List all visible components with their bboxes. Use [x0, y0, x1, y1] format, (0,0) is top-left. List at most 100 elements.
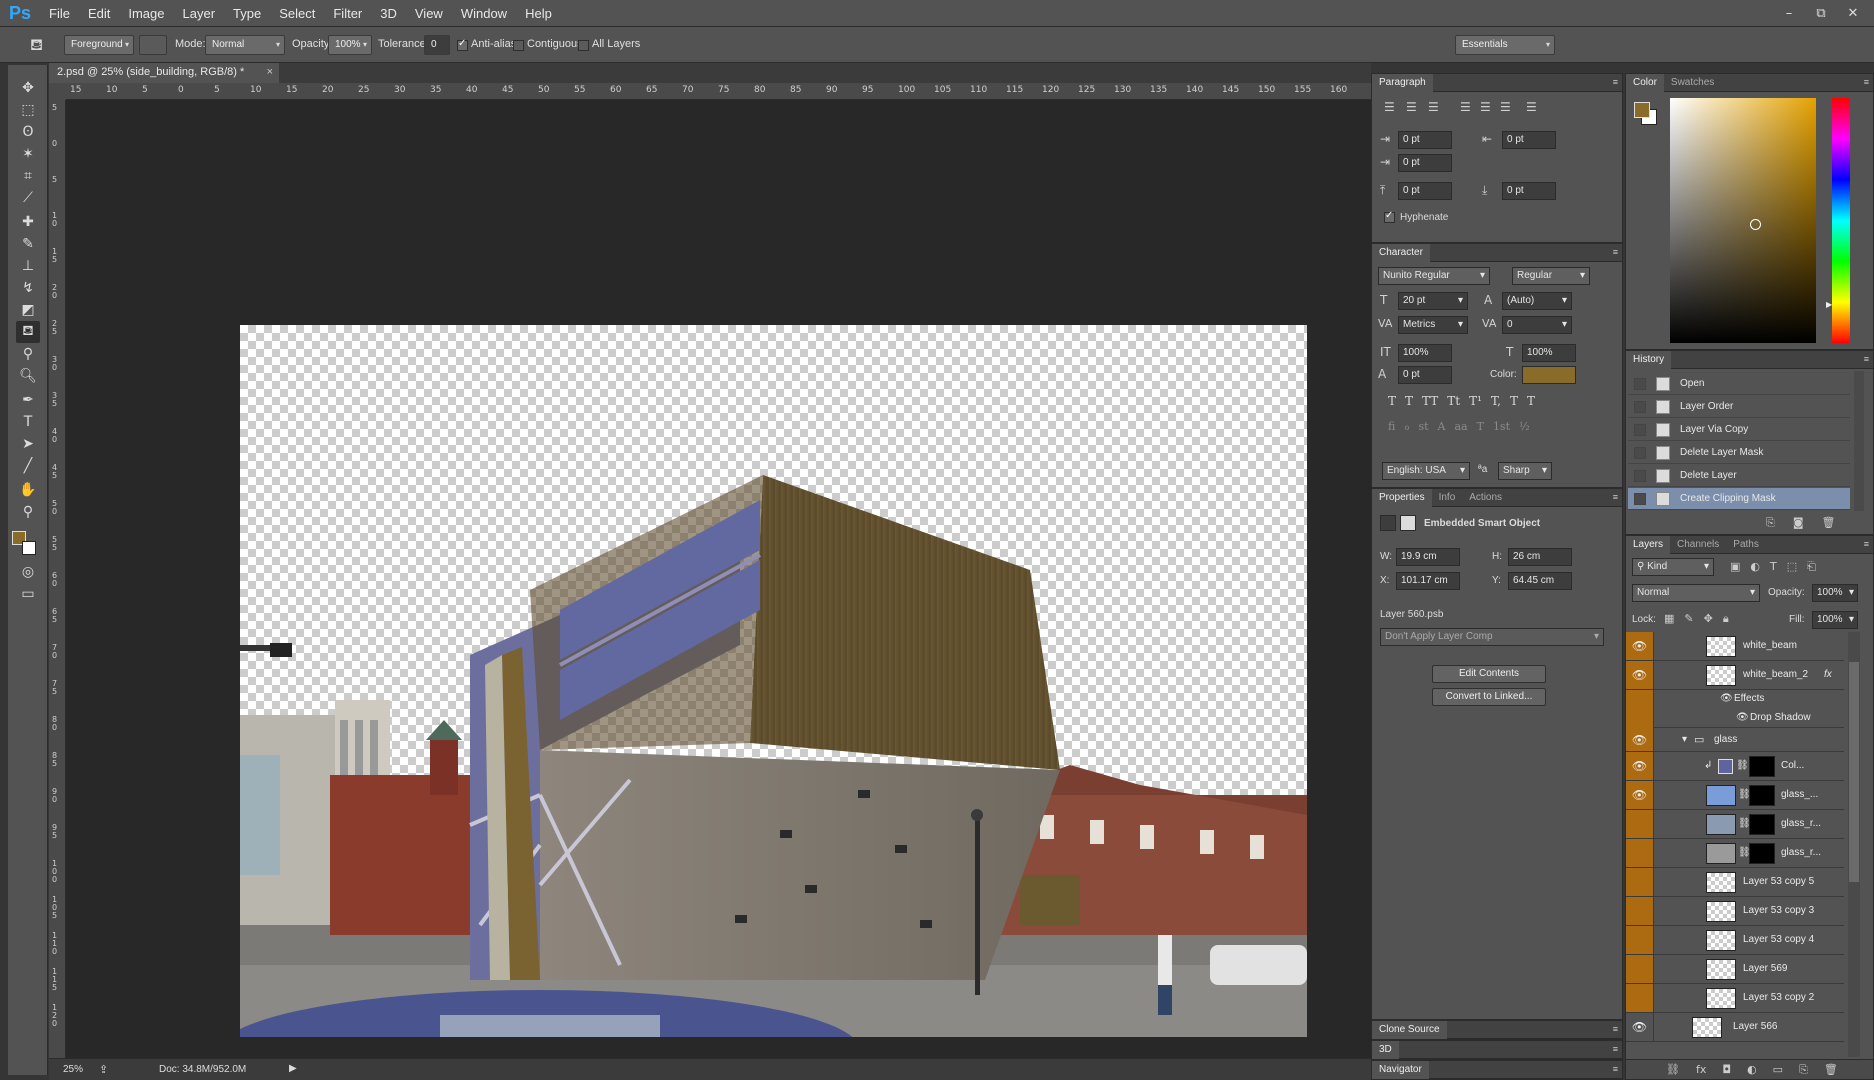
font-family-dropdown[interactable]: Nunito Regular ▾ [1378, 267, 1490, 285]
align-right-icon[interactable]: ☰ [1428, 100, 1439, 114]
font-style-dropdown[interactable]: Regular ▾ [1512, 267, 1590, 285]
layer-row[interactable]: 👁︎ white_beam [1626, 632, 1844, 661]
pattern-picker[interactable] [139, 35, 167, 55]
layer-row[interactable]: Layer 53 copy 5 [1626, 868, 1844, 897]
justify-left-icon[interactable]: ☰ [1460, 100, 1471, 114]
layer-row[interactable]: 👁︎ ⛓ glass_... [1626, 781, 1844, 810]
layer-filter-dropdown[interactable]: ⚲ Kind ▾ [1632, 558, 1714, 576]
menu-3d[interactable]: 3D [371, 6, 406, 21]
workspace-dropdown[interactable]: Essentials ▾ [1455, 35, 1555, 55]
visibility-toggle[interactable] [1626, 984, 1654, 1012]
paint-bucket-tool-preset-icon[interactable]: ⛾ [30, 35, 43, 56]
antialias-dropdown[interactable]: Sharp ▾ [1498, 462, 1552, 480]
quick-mask-icon[interactable]: ◎ [16, 561, 40, 583]
navigator-panel[interactable]: Navigator ≡ [1371, 1060, 1623, 1080]
layers-scrollbar[interactable] [1848, 632, 1860, 1057]
language-dropdown[interactable]: English: USA ▾ [1382, 462, 1470, 480]
tolerance-field[interactable]: 0 [424, 35, 450, 55]
visibility-toggle[interactable]: 👁︎ [1626, 632, 1654, 660]
filter-type-icon[interactable]: T [1770, 560, 1777, 574]
lock-transparent-icon[interactable]: ▦ [1664, 612, 1674, 626]
new-snapshot-icon[interactable]: ◙ [1793, 516, 1804, 530]
panel-menu-icon[interactable]: ≡ [1613, 1044, 1618, 1054]
effects-eye-icon[interactable]: 👁︎ [1720, 693, 1733, 704]
menu-file[interactable]: File [40, 6, 79, 21]
clone-stamp-tool-icon[interactable]: ⊥ [16, 255, 40, 277]
align-center-icon[interactable]: ☰ [1406, 100, 1417, 114]
tab-navigator[interactable]: Navigator [1372, 1060, 1429, 1079]
panel-menu-icon[interactable]: ≡ [1864, 354, 1869, 364]
width-field[interactable]: 19.9 cm [1396, 548, 1460, 566]
tab-swatches[interactable]: Swatches [1664, 74, 1721, 92]
move-tool-icon[interactable]: ✥ [16, 77, 40, 99]
menu-filter[interactable]: Filter [324, 6, 371, 21]
layer-row[interactable]: 👁︎ Layer 566 [1626, 1013, 1844, 1042]
ligatures-button[interactable]: fi [1388, 420, 1395, 433]
all-layers-checkbox[interactable] [578, 40, 589, 51]
drop-shadow-eye-icon[interactable]: 👁︎ [1736, 712, 1749, 723]
blend-mode-dropdown[interactable]: Normal ▾ [1632, 584, 1760, 602]
layer-row[interactable]: 👁︎ white_beam_2 fx [1626, 661, 1844, 690]
history-item[interactable]: Delete Layer Mask [1628, 442, 1850, 464]
underline-button[interactable]: T [1510, 394, 1518, 408]
panel-menu-icon[interactable]: ≡ [1864, 539, 1869, 549]
tab-3d[interactable]: 3D [1372, 1040, 1399, 1059]
space-after-field[interactable]: 0 pt [1502, 182, 1556, 200]
tab-paths[interactable]: Paths [1726, 536, 1766, 554]
fractions-button[interactable]: ½ [1519, 420, 1530, 433]
zoom-blur-tool-icon[interactable]: 🔍︎ [16, 365, 40, 387]
layer-effects-badge[interactable]: fx [1824, 669, 1832, 680]
y-field[interactable]: 64.45 cm [1508, 572, 1572, 590]
hyphenate-checkbox[interactable]: ✓ [1384, 210, 1395, 223]
ordinals-button[interactable]: 1st [1493, 420, 1510, 433]
layer-group-row[interactable]: 👁︎ ▾ ▭ glass [1626, 728, 1844, 752]
history-item[interactable]: Delete Layer [1628, 465, 1850, 487]
layer-name[interactable]: Layer 569 [1743, 963, 1787, 974]
layer-opacity-field[interactable]: 100% ▾ [1812, 584, 1858, 602]
justify-all-icon[interactable]: ☰ [1526, 100, 1537, 114]
discretionary-ligatures-button[interactable]: st [1418, 420, 1428, 433]
faux-bold-button[interactable]: T [1388, 394, 1396, 408]
layer-row[interactable]: Layer 569 [1626, 955, 1844, 984]
document-canvas[interactable] [240, 325, 1307, 1037]
visibility-toggle[interactable]: 👁︎ [1626, 781, 1654, 809]
zoom-level[interactable]: 25% [63, 1064, 83, 1075]
layer-row[interactable]: ⛓ glass_r... [1626, 810, 1844, 839]
new-adjustment-icon[interactable]: ◐ [1747, 1063, 1757, 1076]
filter-adjustment-icon[interactable]: ◐ [1750, 560, 1760, 574]
layer-name[interactable]: glass_r... [1781, 847, 1821, 858]
layer-comp-dropdown[interactable]: Don't Apply Layer Comp ▾ [1380, 628, 1604, 646]
history-scrollbar[interactable] [1854, 371, 1864, 511]
tab-properties[interactable]: Properties [1372, 488, 1432, 507]
indent-right-field[interactable]: 0 pt [1502, 131, 1556, 149]
panel-menu-icon[interactable]: ≡ [1613, 1064, 1618, 1074]
export-icon[interactable]: ⇪ [99, 1063, 108, 1076]
link-layers-icon[interactable]: ⛓ [1666, 1063, 1680, 1076]
eyedropper-tool-icon[interactable]: ⟋ [16, 187, 40, 209]
visibility-toggle[interactable] [1626, 839, 1654, 867]
mode-dropdown[interactable]: Normal ▾ [205, 35, 285, 55]
baseline-shift-field[interactable]: 0 pt [1398, 366, 1452, 384]
visibility-toggle[interactable] [1626, 926, 1654, 954]
small-caps-button[interactable]: Tt [1447, 394, 1460, 408]
drop-shadow-row[interactable]: 👁︎ Drop Shadow [1626, 709, 1844, 728]
path-selection-tool-icon[interactable]: ➤ [16, 433, 40, 455]
layer-name[interactable]: Layer 566 [1733, 1021, 1777, 1032]
lock-position-icon[interactable]: ✥ [1704, 612, 1713, 626]
color-foreground-swatch[interactable] [1634, 102, 1650, 118]
tab-actions[interactable]: Actions [1462, 489, 1509, 507]
tab-history[interactable]: History [1626, 350, 1672, 369]
leading-field[interactable]: (Auto) ▾ [1502, 292, 1572, 310]
kerning-field[interactable]: Metrics ▾ [1398, 316, 1468, 334]
height-field[interactable]: 26 cm [1508, 548, 1572, 566]
history-item[interactable]: Open [1628, 373, 1850, 395]
menu-view[interactable]: View [406, 6, 452, 21]
layer-row[interactable]: Layer 53 copy 3 [1626, 897, 1844, 926]
healing-brush-tool-icon[interactable]: ✚ [16, 211, 40, 233]
hue-slider[interactable] [1832, 98, 1850, 343]
pen-tool-icon[interactable]: ✒ [16, 389, 40, 411]
history-item[interactable]: Layer Order [1628, 396, 1850, 418]
edit-contents-button[interactable]: Edit Contents [1432, 665, 1546, 683]
color-field[interactable] [1670, 98, 1816, 343]
lock-image-icon[interactable]: ✎ [1684, 612, 1693, 626]
